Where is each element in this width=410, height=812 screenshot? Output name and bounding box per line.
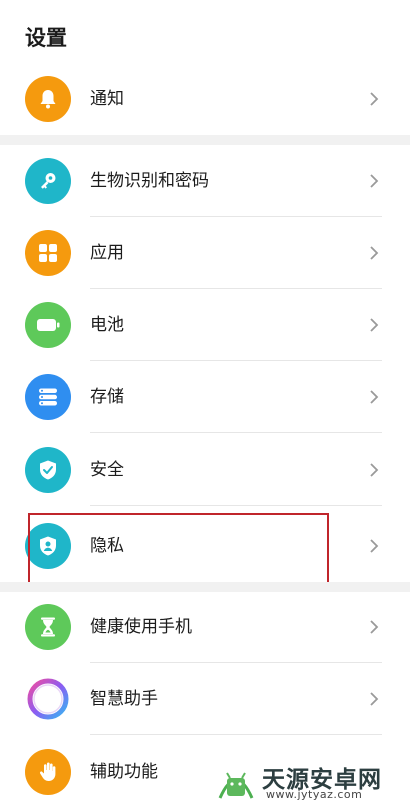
shield-check-icon [25,447,71,493]
settings-item-label: 生物识别和密码 [90,171,209,191]
settings-item-digital-balance[interactable]: 健康使用手机 [0,591,410,663]
chevron-right-icon [370,318,379,332]
chevron-right-icon [370,463,379,477]
hourglass-icon [25,604,71,650]
settings-item-label: 智慧助手 [90,689,158,709]
watermark: 天源安卓网 www.jytyaz.com [214,758,404,806]
watermark-url: www.jytyaz.com [266,788,363,801]
highlight-box [28,513,329,587]
bell-icon [25,76,71,122]
row-divider [90,505,382,506]
settings-item-notifications[interactable]: 通知 [0,63,410,135]
settings-item-label: 辅助功能 [90,762,158,782]
settings-item-storage[interactable]: 存储 [0,361,410,433]
apps-grid-icon [25,230,71,276]
key-icon [25,158,71,204]
chevron-right-icon [370,539,379,553]
settings-item-smart-assistant[interactable]: 智慧助手 [0,663,410,735]
android-logo-icon [218,772,254,799]
settings-item-apps[interactable]: 应用 [0,217,410,289]
storage-icon [25,374,71,420]
row-divider [90,734,382,735]
row-divider [90,432,382,433]
settings-item-biometrics[interactable]: 生物识别和密码 [0,145,410,217]
hand-icon [25,749,71,795]
chevron-right-icon [370,620,379,634]
settings-item-label: 安全 [90,460,124,480]
settings-item-security[interactable]: 安全 [0,434,410,506]
settings-item-battery[interactable]: 电池 [0,289,410,361]
settings-item-label: 应用 [90,243,124,263]
assistant-ring-icon [25,676,71,722]
section-divider [0,135,410,145]
settings-item-label: 通知 [90,89,124,109]
chevron-right-icon [370,390,379,404]
chevron-right-icon [370,92,379,106]
battery-icon [25,302,71,348]
chevron-right-icon [370,174,379,188]
settings-item-label: 健康使用手机 [90,617,192,637]
chevron-right-icon [370,246,379,260]
chevron-right-icon [370,692,379,706]
settings-item-label: 存储 [90,387,124,407]
page-title: 设置 [25,26,67,50]
settings-item-label: 电池 [90,315,124,335]
